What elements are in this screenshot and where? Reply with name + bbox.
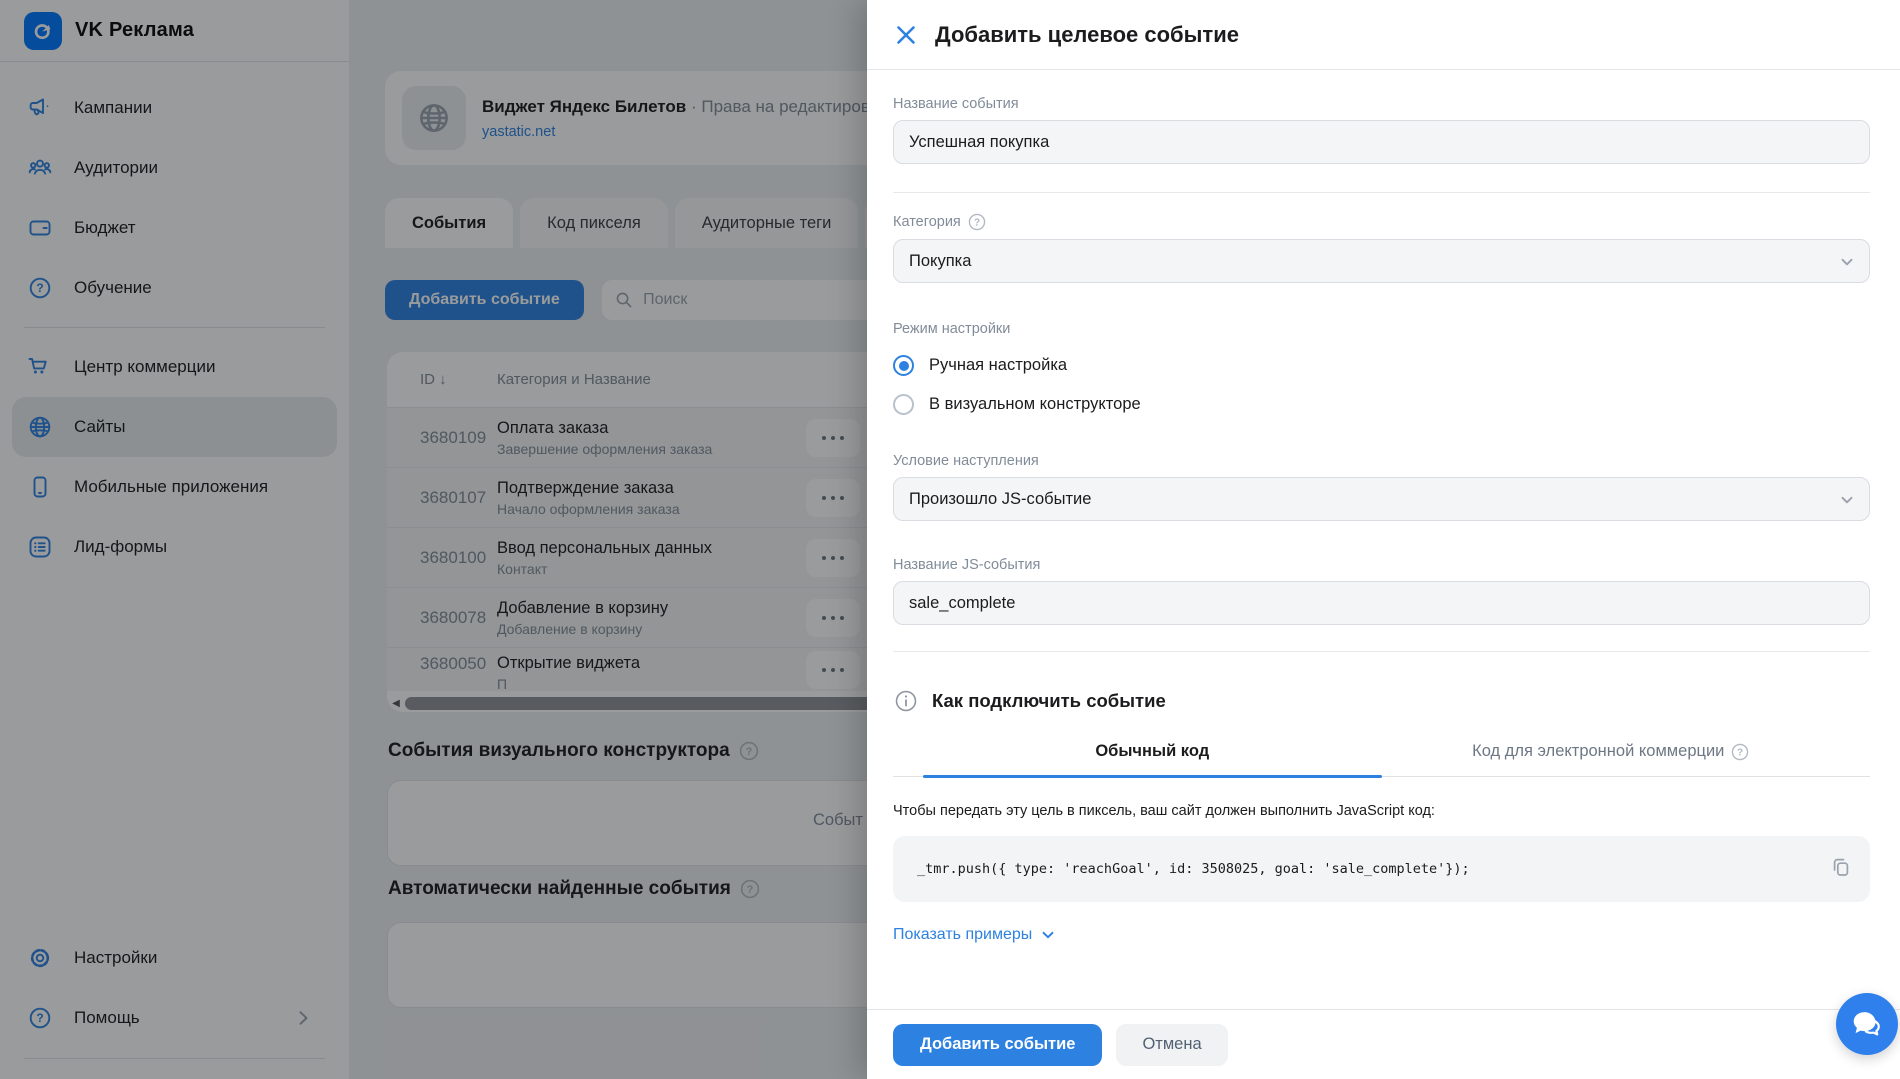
radio-icon [893, 355, 914, 376]
divider [893, 192, 1870, 193]
tab-regular-code[interactable]: Обычный код [923, 742, 1382, 778]
howto-heading: Как подключить событие [893, 688, 1870, 714]
mode-label: Режим настройки [893, 321, 1011, 337]
tab-ecommerce-code[interactable]: Код для электронной коммерции ? [1382, 742, 1841, 776]
chat-bubbles-icon [1853, 1012, 1880, 1036]
chevron-down-icon [1841, 258, 1853, 266]
divider [893, 651, 1870, 652]
drawer-body: Название события Категория ? Покупка Реж… [867, 70, 1900, 1009]
help-icon[interactable]: ? [1731, 743, 1749, 761]
cancel-button[interactable]: Отмена [1116, 1023, 1228, 1066]
category-value: Покупка [909, 251, 972, 270]
radio-visual-builder[interactable]: В визуальном конструкторе [893, 394, 1870, 415]
drawer-title: Добавить целевое событие [935, 21, 1239, 47]
code-description: Чтобы передать эту цель в пиксель, ваш с… [893, 803, 1435, 819]
submit-add-event-button[interactable]: Добавить событие [893, 1023, 1103, 1066]
chevron-down-icon [1042, 931, 1054, 939]
radio-icon [893, 394, 914, 415]
category-select[interactable]: Покупка [893, 239, 1870, 283]
condition-value: Произошло JS-событие [909, 489, 1092, 508]
code-tabs: Обычный код Код для электронной коммерци… [893, 742, 1870, 778]
help-icon[interactable]: ? [968, 213, 986, 231]
add-target-event-drawer: Добавить целевое событие Название событи… [867, 0, 1900, 1079]
close-icon[interactable] [894, 23, 918, 47]
copy-icon[interactable] [1829, 855, 1852, 883]
svg-text:?: ? [974, 218, 980, 229]
chevron-down-icon [1841, 496, 1853, 504]
condition-select[interactable]: Произошло JS-событие [893, 477, 1870, 521]
js-event-input[interactable] [893, 581, 1870, 625]
condition-label: Условие наступления [893, 453, 1039, 469]
support-chat-button[interactable] [1836, 993, 1898, 1055]
radio-manual-setup[interactable]: Ручная настройка [893, 355, 1870, 376]
code-block: _tmr.push({ type: 'reachGoal', id: 35080… [893, 836, 1870, 902]
drawer-header: Добавить целевое событие [867, 0, 1900, 70]
show-examples-link[interactable]: Показать примеры [893, 926, 1056, 944]
category-label: Категория ? [893, 213, 1870, 231]
vk-ads-app: Виджет Яндекс Билетов · Права на редакти… [0, 0, 1900, 1079]
drawer-footer: Добавить событие Отмена [867, 1009, 1900, 1079]
event-name-input[interactable] [893, 120, 1870, 164]
js-event-label: Название JS-события [893, 557, 1041, 573]
event-name-label: Название события [893, 96, 1019, 112]
info-icon [895, 690, 917, 712]
svg-text:?: ? [1737, 747, 1743, 758]
js-code-snippet: _tmr.push({ type: 'reachGoal', id: 35080… [917, 861, 1470, 877]
